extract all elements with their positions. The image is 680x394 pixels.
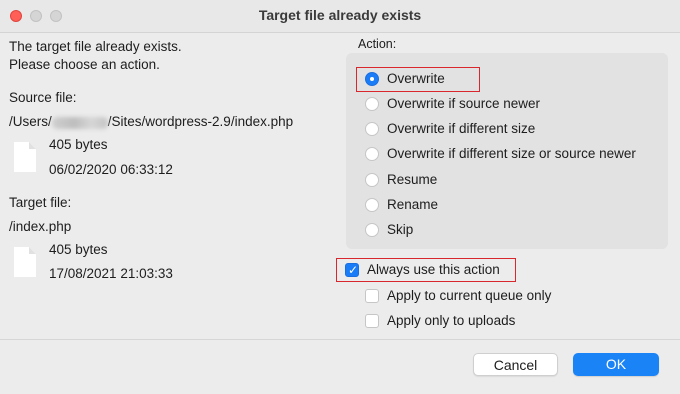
radio-label: Overwrite if different size <box>387 121 536 136</box>
radio-button[interactable] <box>365 198 379 212</box>
source-file-date: 06/02/2020 06:33:12 <box>49 162 173 177</box>
redacted-username <box>51 116 108 129</box>
intro-line-1: The target file already exists. <box>9 39 182 54</box>
radio-overwrite-if-source-newer[interactable]: Overwrite if source newer <box>365 95 665 115</box>
radio-label: Skip <box>387 222 414 237</box>
checkbox[interactable] <box>365 289 379 303</box>
radio-button[interactable] <box>365 147 379 161</box>
source-file-heading: Source file: <box>9 90 77 105</box>
footer-divider <box>0 339 680 340</box>
source-file-size: 405 bytes <box>49 137 108 152</box>
dialog-window: Target file already exists The target fi… <box>0 0 680 394</box>
radio-button[interactable] <box>365 223 379 237</box>
radio-button[interactable] <box>365 173 379 187</box>
target-file-date: 17/08/2021 21:03:33 <box>49 266 173 281</box>
target-file-path: /index.php <box>9 219 72 234</box>
document-icon <box>14 142 36 172</box>
radio-label: Overwrite if different size or source ne… <box>387 146 636 161</box>
intro-line-2: Please choose an action. <box>9 57 160 72</box>
source-file-path: /Users//Sites/wordpress-2.9/index.php <box>9 114 294 129</box>
radio-button[interactable] <box>365 122 379 136</box>
target-file-size: 405 bytes <box>49 242 108 257</box>
overwrite-highlight-box <box>356 67 480 92</box>
target-file-heading: Target file: <box>9 195 72 210</box>
always-use-highlight-box <box>336 258 516 282</box>
radio-label: Overwrite if source newer <box>387 96 541 111</box>
radio-label: Rename <box>387 197 439 212</box>
cancel-button[interactable]: Cancel <box>473 353 558 376</box>
window-title: Target file already exists <box>258 7 422 23</box>
radio-overwrite-if-different-size-or-newer[interactable]: Overwrite if different size or source ne… <box>365 145 665 165</box>
action-heading: Action: <box>358 37 397 51</box>
radio-overwrite-if-different-size[interactable]: Overwrite if different size <box>365 120 665 140</box>
apply-only-to-uploads-checkbox[interactable]: Apply only to uploads <box>365 312 545 332</box>
radio-resume[interactable]: Resume <box>365 171 665 191</box>
title-bar[interactable]: Target file already exists <box>0 0 680 33</box>
checkbox-label: Apply to current queue only <box>387 288 552 303</box>
document-icon <box>14 247 36 277</box>
ok-button[interactable]: OK <box>573 353 659 376</box>
radio-label: Resume <box>387 172 438 187</box>
radio-rename[interactable]: Rename <box>365 196 665 216</box>
checkbox[interactable] <box>365 314 379 328</box>
checkbox-label: Apply only to uploads <box>387 313 516 328</box>
apply-to-current-queue-checkbox[interactable]: Apply to current queue only <box>365 287 575 307</box>
radio-button[interactable] <box>365 97 379 111</box>
radio-skip[interactable]: Skip <box>365 221 665 241</box>
